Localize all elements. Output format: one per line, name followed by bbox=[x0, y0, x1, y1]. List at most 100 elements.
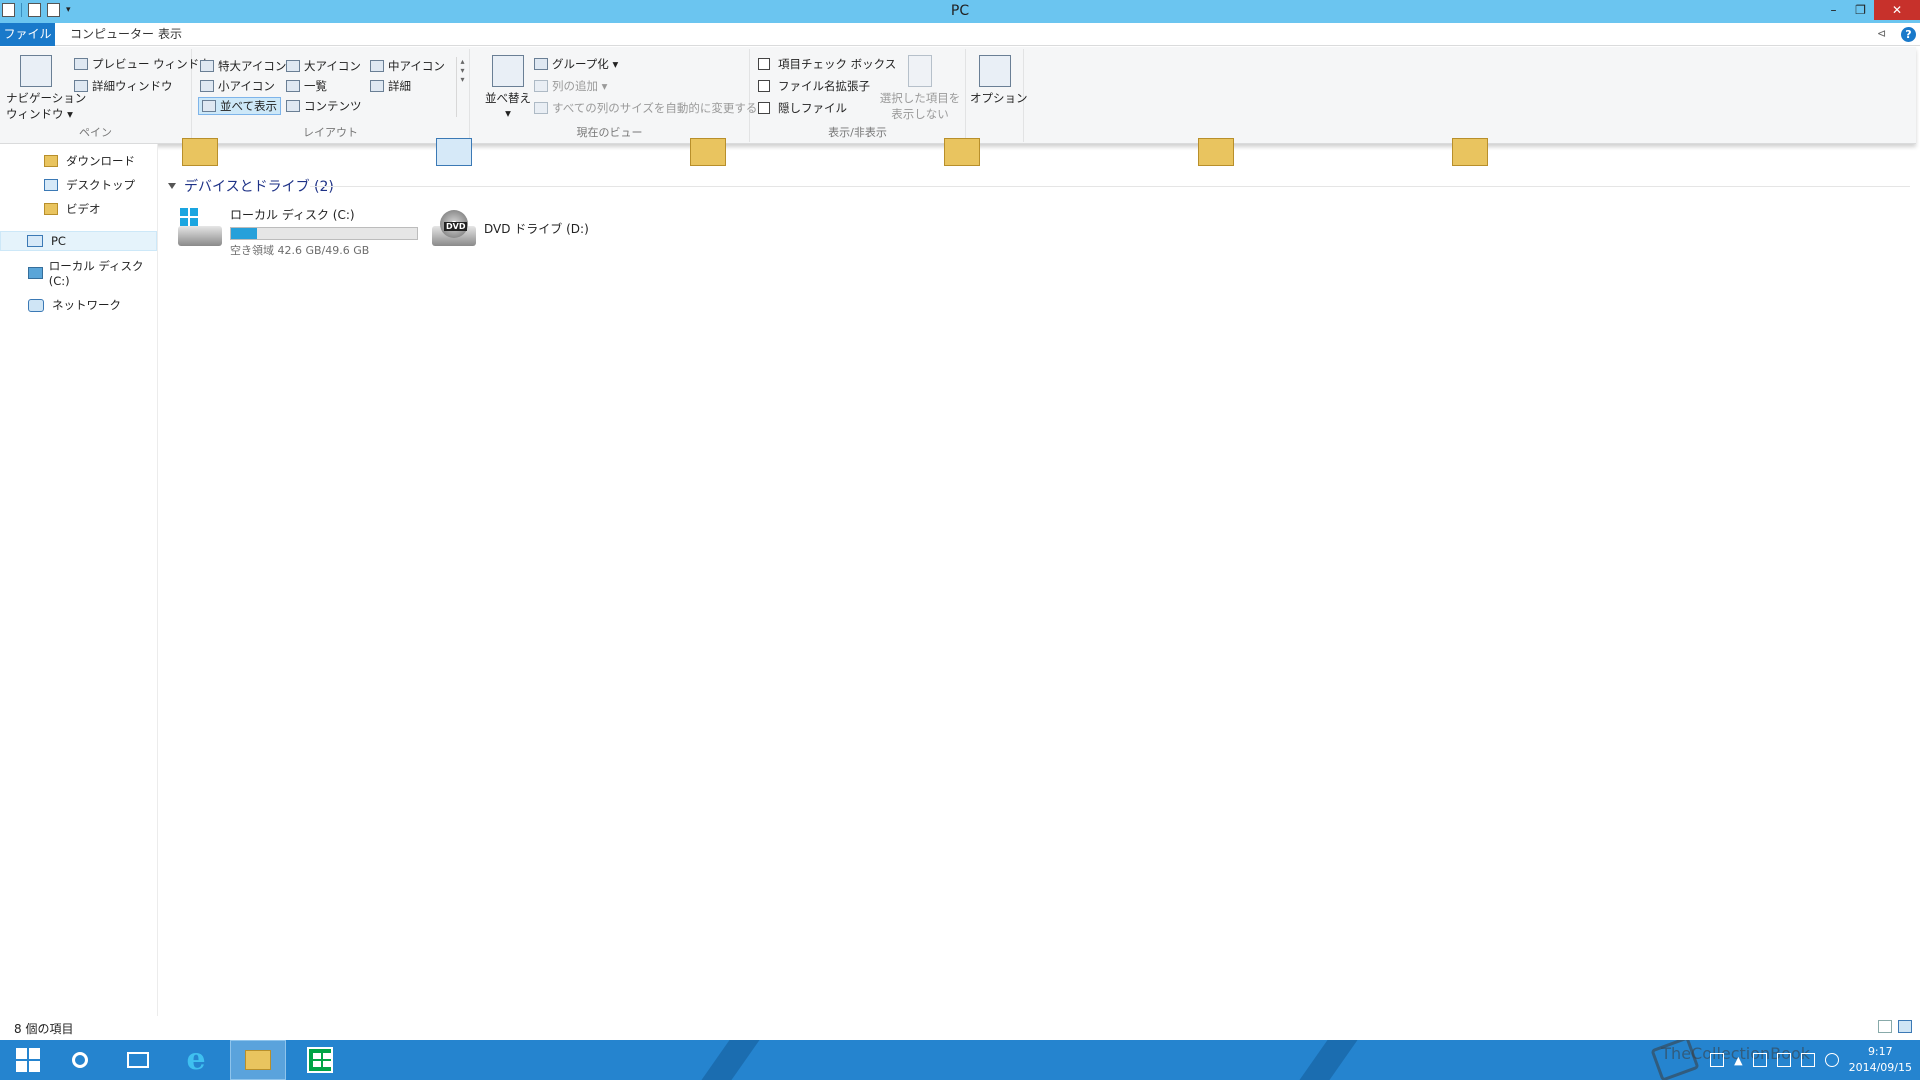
add-columns-label: 列の追加 bbox=[552, 79, 598, 93]
window-title: PC bbox=[950, 3, 970, 19]
store-button[interactable] bbox=[292, 1040, 348, 1080]
nav-item-pc[interactable]: PC bbox=[0, 231, 157, 251]
window-controls: – ❐ ✕ bbox=[1820, 0, 1920, 20]
windows-logo-icon bbox=[16, 1048, 40, 1072]
network-icon bbox=[28, 298, 44, 312]
videos-folder-icon[interactable] bbox=[1198, 138, 1234, 166]
keyboard-icon[interactable] bbox=[1710, 1053, 1725, 1067]
navigation-pane-label-2: ウィンドウ ▾ bbox=[6, 107, 73, 121]
hidden-items-toggle[interactable]: 隠しファイル bbox=[758, 99, 847, 117]
layout-list[interactable]: 一覧 bbox=[286, 77, 327, 95]
add-columns-dropdown-icon: ▾ bbox=[598, 79, 608, 93]
section-divider bbox=[310, 186, 1910, 187]
details-pane-button[interactable]: 詳細ウィンドウ bbox=[74, 77, 173, 95]
help-icon[interactable]: ? bbox=[1901, 27, 1916, 42]
item-checkboxes-toggle[interactable]: 項目チェック ボックス bbox=[758, 55, 896, 73]
navigation-pane-button[interactable]: ナビゲーション ウィンドウ ▾ bbox=[6, 55, 86, 122]
clock[interactable]: 9:17 2014/09/15 bbox=[1849, 1044, 1912, 1076]
layout-content[interactable]: コンテンツ bbox=[286, 97, 362, 115]
pictures-folder-icon[interactable] bbox=[944, 138, 980, 166]
extra-large-icons-icon bbox=[200, 60, 214, 72]
preview-pane-icon bbox=[74, 58, 88, 70]
layout-details[interactable]: 詳細 bbox=[370, 77, 411, 95]
large-icons-view-icon[interactable] bbox=[1898, 1020, 1912, 1033]
drive-c-free-space: 空き領域 42.6 GB/49.6 GB bbox=[230, 244, 370, 257]
group-options: オプション bbox=[966, 49, 1028, 142]
close-button[interactable]: ✕ bbox=[1874, 0, 1920, 20]
add-columns-button[interactable]: 列の追加 ▾ bbox=[534, 77, 607, 95]
search-button[interactable] bbox=[52, 1040, 108, 1080]
layout-large-icons[interactable]: 大アイコン bbox=[286, 57, 361, 75]
nav-label-network: ネットワーク bbox=[52, 298, 121, 312]
layout-extra-large-icons[interactable]: 特大アイコン bbox=[200, 57, 286, 75]
nav-item-downloads[interactable]: ダウンロード bbox=[44, 151, 135, 171]
details-view-icon[interactable] bbox=[1878, 1020, 1892, 1033]
group-label-layout: レイアウト bbox=[303, 126, 358, 139]
sort-by-button[interactable]: 並べ替え ▾ bbox=[484, 55, 532, 120]
layout-small-icons[interactable]: 小アイコン bbox=[200, 77, 275, 95]
section-header-devices[interactable]: デバイスとドライブ (2) bbox=[168, 176, 334, 196]
group-pane: ナビゲーション ウィンドウ ▾ プレビュー ウィンドウ 詳細ウィンドウ ペイン bbox=[0, 49, 211, 142]
hide-selected-items-button[interactable]: 選択した項目を 表示しない bbox=[878, 55, 962, 122]
layout-medium-icons[interactable]: 中アイコン bbox=[370, 57, 445, 75]
layout-tiles[interactable]: 並べて表示 bbox=[198, 97, 282, 115]
group-label-show-hide: 表示/非表示 bbox=[828, 126, 887, 139]
show-hidden-icons-icon[interactable]: ▲ bbox=[1734, 1054, 1742, 1067]
group-by-dropdown-icon: ▾ bbox=[608, 57, 619, 71]
small-icons-label: 小アイコン bbox=[218, 79, 275, 93]
tab-file[interactable]: ファイル bbox=[0, 23, 55, 46]
group-by-button[interactable]: グループ化 ▾ bbox=[534, 55, 618, 73]
volume-icon[interactable] bbox=[1800, 1053, 1815, 1067]
shutdown-icon[interactable] bbox=[1824, 1053, 1839, 1067]
hidden-items-checkbox[interactable] bbox=[758, 102, 770, 114]
details-pane-icon bbox=[74, 80, 88, 92]
desktop-folder-icon bbox=[44, 179, 58, 191]
internet-explorer-icon: e bbox=[186, 1042, 206, 1077]
task-view-button[interactable] bbox=[110, 1040, 166, 1080]
nav-item-network[interactable]: ネットワーク bbox=[28, 295, 121, 315]
music-folder-icon[interactable] bbox=[1452, 138, 1488, 166]
group-by-label: グループ化 bbox=[552, 57, 609, 71]
layout-gallery-scroll[interactable]: ▴ ▾ ▾ bbox=[456, 57, 468, 117]
ribbon-controls: ⊲ ? bbox=[1877, 27, 1916, 42]
start-button[interactable] bbox=[0, 1040, 56, 1080]
details-label: 詳細 bbox=[388, 79, 411, 93]
nav-label-desktop: デスクトップ bbox=[66, 178, 135, 192]
restore-button[interactable]: ❐ bbox=[1847, 0, 1874, 20]
file-explorer-icon bbox=[245, 1050, 271, 1070]
group-label-pane: ペイン bbox=[79, 126, 112, 139]
collapse-chevron-icon[interactable] bbox=[168, 183, 176, 189]
tab-view[interactable]: 表示 bbox=[146, 23, 194, 46]
nav-item-desktop[interactable]: デスクトップ bbox=[44, 175, 135, 195]
group-layout: 特大アイコン 大アイコン 中アイコン 小アイコン 一覧 詳細 並べて表示 コンテ… bbox=[192, 49, 470, 142]
drive-tile-d[interactable]: DVD DVD ドライブ (D:) bbox=[430, 206, 589, 248]
documents-folder-icon[interactable] bbox=[690, 138, 726, 166]
list-label: 一覧 bbox=[304, 79, 327, 93]
network-tray-icon[interactable] bbox=[1776, 1053, 1791, 1067]
size-columns-to-fit-button[interactable]: すべての列のサイズを自動的に変更する bbox=[534, 99, 757, 117]
minimize-button[interactable]: – bbox=[1820, 0, 1847, 20]
item-count: 8 個の項目 bbox=[14, 1022, 74, 1036]
options-button[interactable]: オプション bbox=[970, 55, 1028, 106]
drive-c-name: ローカル ディスク (C:) bbox=[230, 208, 355, 222]
file-extensions-toggle[interactable]: ファイル名拡張子 bbox=[758, 77, 870, 95]
file-explorer-button[interactable] bbox=[230, 1040, 286, 1080]
hidden-items-label: 隠しファイル bbox=[778, 101, 847, 115]
options-label: オプション bbox=[970, 91, 1028, 105]
nav-item-videos[interactable]: ビデオ bbox=[44, 199, 101, 219]
internet-explorer-button[interactable]: e bbox=[168, 1040, 224, 1080]
file-extensions-checkbox[interactable] bbox=[758, 80, 770, 92]
hide-selected-label: 選択した項目を bbox=[879, 91, 961, 105]
downloads-folder-icon[interactable] bbox=[182, 138, 218, 166]
downloads-folder-icon bbox=[44, 155, 58, 167]
flag-icon[interactable] bbox=[1752, 1053, 1767, 1067]
preview-pane-button[interactable]: プレビュー ウィンドウ bbox=[74, 55, 211, 73]
group-by-icon bbox=[534, 58, 548, 70]
taskbar: e TheCollectionBook ▲ 9:17 2014/09/15 bbox=[0, 1040, 1920, 1080]
nav-item-local-disk[interactable]: ローカル ディスク (C:) bbox=[28, 259, 157, 288]
drive-tile-c[interactable]: ローカル ディスク (C:) 空き領域 42.6 GB/49.6 GB bbox=[176, 206, 418, 258]
desktop-folder-icon[interactable] bbox=[436, 138, 472, 166]
minimize-ribbon-icon[interactable]: ⊲ bbox=[1877, 27, 1893, 41]
list-icon bbox=[286, 80, 300, 92]
item-checkboxes-checkbox[interactable] bbox=[758, 58, 770, 70]
